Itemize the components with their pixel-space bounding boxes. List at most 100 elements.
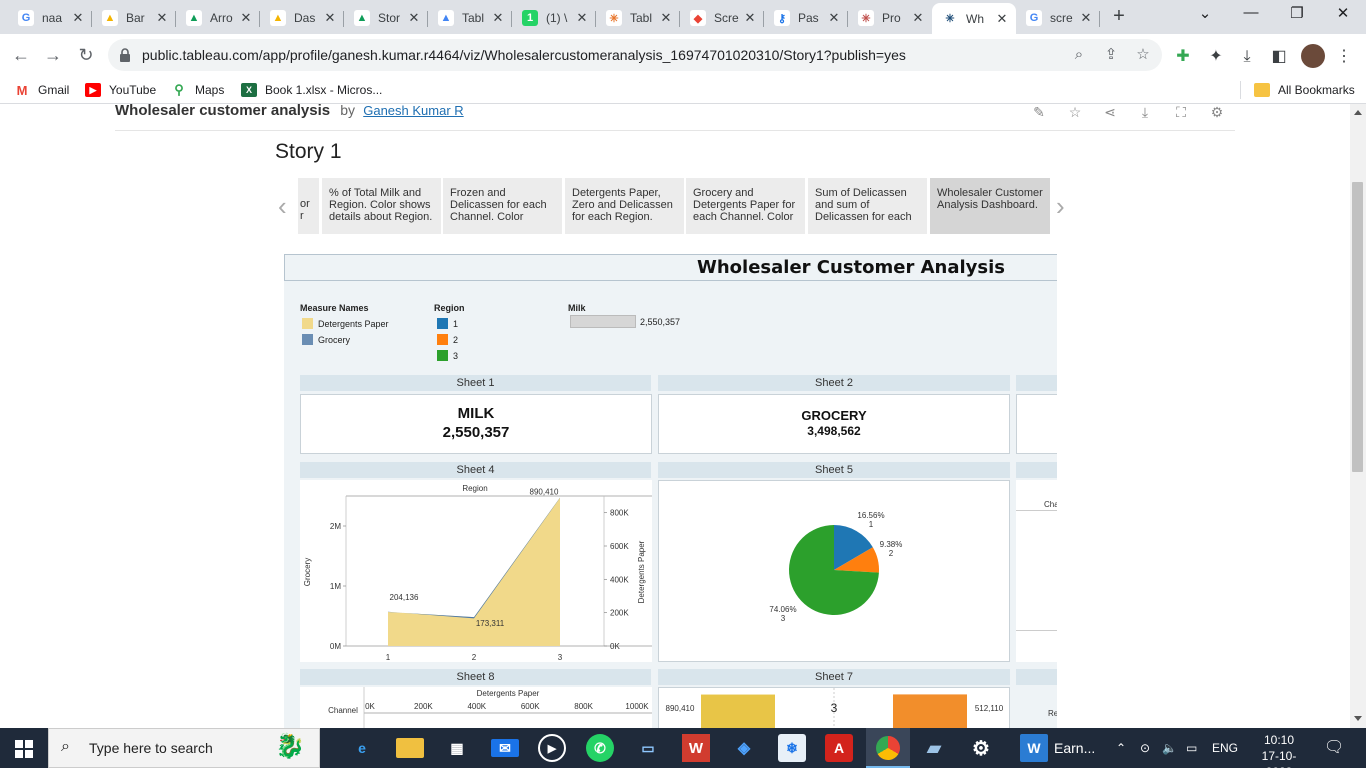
- story-prev-arrow[interactable]: ‹: [278, 193, 287, 219]
- tab-close-icon[interactable]: ✕: [154, 10, 170, 26]
- browser-tab[interactable]: Gnaa ✕: [8, 3, 92, 33]
- back-icon[interactable]: ←: [10, 44, 32, 66]
- edge-icon[interactable]: e: [348, 734, 376, 762]
- legend-item[interactable]: Grocery: [302, 334, 350, 345]
- media-player-icon[interactable]: ▶: [538, 734, 566, 762]
- address-bar[interactable]: public.tableau.com/app/profile/ganesh.ku…: [108, 39, 1162, 71]
- bookmark-maps[interactable]: ⚲ Maps: [171, 81, 224, 99]
- scroll-down-arrow[interactable]: [1354, 716, 1362, 721]
- battery-icon[interactable]: ▭: [1186, 728, 1197, 768]
- notepad-icon[interactable]: ▰: [920, 734, 948, 762]
- browser-tab[interactable]: ⚷ Pas ✕: [764, 3, 848, 33]
- scroll-thumb[interactable]: [1352, 182, 1363, 472]
- browser-tab[interactable]: ▲ Stor ✕: [344, 3, 428, 33]
- story-point-2[interactable]: Frozen and Delicassen for each Channel. …: [443, 178, 562, 234]
- bar[interactable]: [701, 694, 775, 728]
- story-point-5[interactable]: Sum of Delicassen and sum of Delicassen …: [808, 178, 927, 234]
- share-viz-icon[interactable]: ⋖: [1101, 104, 1119, 122]
- earn-app-label[interactable]: Earn...: [1054, 728, 1095, 768]
- download-icon[interactable]: ⤓: [1236, 46, 1258, 68]
- sheet2-body[interactable]: GROCERY 3,498,562: [658, 394, 1010, 454]
- browser-tab[interactable]: ◆ Scre ✕: [680, 3, 764, 33]
- tab-search-icon[interactable]: ⌄: [1192, 4, 1218, 26]
- scroll-up-arrow[interactable]: [1354, 110, 1362, 115]
- taskbar-search-box[interactable]: ⌕ Type here to search 🐉: [48, 728, 320, 768]
- channel-bar-chart[interactable]: Detergents Paper 0K 200K 400K 600K 800K 1000K C…: [300, 687, 652, 728]
- whatsapp-icon[interactable]: ✆: [586, 734, 614, 762]
- favorite-icon[interactable]: ☆: [1066, 104, 1084, 122]
- settings-icon[interactable]: ⚙: [1208, 104, 1226, 122]
- settings-gear-icon[interactable]: ⚙: [967, 734, 995, 762]
- sheet5-body[interactable]: 16.56% 1 9.38% 2 74.06% 3: [658, 480, 1010, 662]
- browser-tab[interactable]: ▲ Arro ✕: [176, 3, 260, 33]
- region-bar-chart[interactable]: 890,410 512,110 3: [659, 688, 1009, 728]
- story-point-1[interactable]: % of Total Milk and Region. Color shows …: [322, 178, 441, 234]
- fullscreen-icon[interactable]: ⛶: [1172, 104, 1190, 122]
- store-icon[interactable]: ▦: [443, 734, 471, 762]
- sheet3-body[interactable]: [1016, 394, 1057, 454]
- bookmark-excel[interactable]: X Book 1.xlsx - Micros...: [241, 81, 382, 99]
- pie-chart[interactable]: 16.56%1 9.38%2 74.06%3: [659, 481, 1009, 661]
- browser-tab[interactable]: Gscre ✕: [1016, 3, 1100, 33]
- extension-plus-icon[interactable]: ✚: [1172, 46, 1194, 68]
- story-next-arrow[interactable]: ›: [1056, 193, 1065, 219]
- forward-icon[interactable]: →: [42, 44, 64, 66]
- sheet7-body[interactable]: 890,410 512,110 3: [658, 687, 1010, 728]
- close-window-button[interactable]: ✕: [1330, 4, 1356, 26]
- browser-tab[interactable]: ✳ Wh ✕: [932, 3, 1016, 34]
- snowflake-app-icon[interactable]: ❄: [778, 734, 806, 762]
- bookmark-gmail[interactable]: M Gmail: [14, 81, 69, 99]
- story-point-4[interactable]: Grocery and Detergents Paper for each Ch…: [686, 178, 805, 234]
- extensions-icon[interactable]: ✦: [1205, 46, 1227, 68]
- sheet8-body[interactable]: Detergents Paper 0K 200K 400K 600K 800K 1000K C…: [300, 687, 652, 728]
- tab-close-icon[interactable]: ✕: [70, 10, 86, 26]
- tab-close-icon[interactable]: ✕: [910, 10, 926, 26]
- browser-tab[interactable]: ▲ Tabl ✕: [428, 3, 512, 33]
- profile-avatar[interactable]: [1301, 44, 1325, 68]
- tab-close-icon[interactable]: ✕: [406, 10, 422, 26]
- browser-tab[interactable]: ▲ Bar ✕: [92, 3, 176, 33]
- bar[interactable]: [893, 694, 967, 728]
- volume-icon[interactable]: 🔈: [1162, 728, 1177, 768]
- restore-button[interactable]: ❐: [1284, 4, 1310, 26]
- sheet4-body[interactable]: Region 0M 1M 2M 0K 200K 400K 600K 800K 1 2 3 Grocery…: [300, 480, 652, 662]
- new-tab-button[interactable]: +: [1108, 6, 1130, 28]
- tab-close-icon[interactable]: ✕: [658, 10, 674, 26]
- share-icon[interactable]: ⇪: [1102, 46, 1120, 64]
- network-icon[interactable]: ⊙: [1140, 728, 1150, 768]
- sheet6-body[interactable]: Cha: [1016, 480, 1057, 662]
- all-bookmarks[interactable]: All Bookmarks: [1254, 81, 1355, 99]
- area-chart[interactable]: Region 0M 1M 2M 0K 200K 400K 600K 800K 1 2 3 Grocery…: [300, 480, 652, 662]
- word-icon[interactable]: W: [1020, 734, 1048, 762]
- language-indicator[interactable]: ENG: [1212, 728, 1238, 768]
- tab-close-icon[interactable]: ✕: [238, 10, 254, 26]
- story-point-6[interactable]: Wholesaler Customer Analysis Dashboard.: [930, 178, 1050, 234]
- windows-start-icon[interactable]: [15, 740, 33, 758]
- bookmark-star-icon[interactable]: ☆: [1134, 46, 1152, 64]
- page-scrollbar[interactable]: [1350, 104, 1366, 728]
- reload-icon[interactable]: ↻: [75, 44, 97, 66]
- tab-close-icon[interactable]: ✕: [1078, 10, 1094, 26]
- file-explorer-icon[interactable]: [396, 738, 424, 758]
- author-link[interactable]: Ganesh Kumar R: [363, 104, 463, 118]
- legend-item[interactable]: Detergents Paper: [302, 318, 389, 329]
- dragon-widget-icon[interactable]: 🐉: [275, 732, 305, 761]
- tab-close-icon[interactable]: ✕: [742, 10, 758, 26]
- download-viz-icon[interactable]: ⤓: [1136, 104, 1154, 122]
- zoom-icon[interactable]: ⌕: [1070, 46, 1088, 64]
- anydesk-icon[interactable]: ◈: [730, 734, 758, 762]
- menu-icon[interactable]: ⋮: [1333, 46, 1355, 68]
- chrome-taskbar-active[interactable]: [866, 728, 910, 768]
- legend-item[interactable]: 1: [437, 318, 458, 329]
- story-point-0[interactable]: or r: [298, 178, 319, 234]
- mail-icon[interactable]: ✉: [491, 739, 519, 757]
- minimize-button[interactable]: —: [1238, 4, 1264, 26]
- tab-close-icon[interactable]: ✕: [490, 10, 506, 26]
- clock[interactable]: 10:10 17-10-2023: [1250, 732, 1308, 768]
- tab-close-icon[interactable]: ✕: [574, 10, 590, 26]
- wps-icon[interactable]: W: [682, 734, 710, 762]
- bookmark-youtube[interactable]: ▶ YouTube: [85, 81, 156, 99]
- tab-close-icon[interactable]: ✕: [826, 10, 842, 26]
- remote-desktop-icon[interactable]: ▭: [634, 734, 662, 762]
- story-point-3[interactable]: Detergents Paper, Zero and Delicassen fo…: [565, 178, 684, 234]
